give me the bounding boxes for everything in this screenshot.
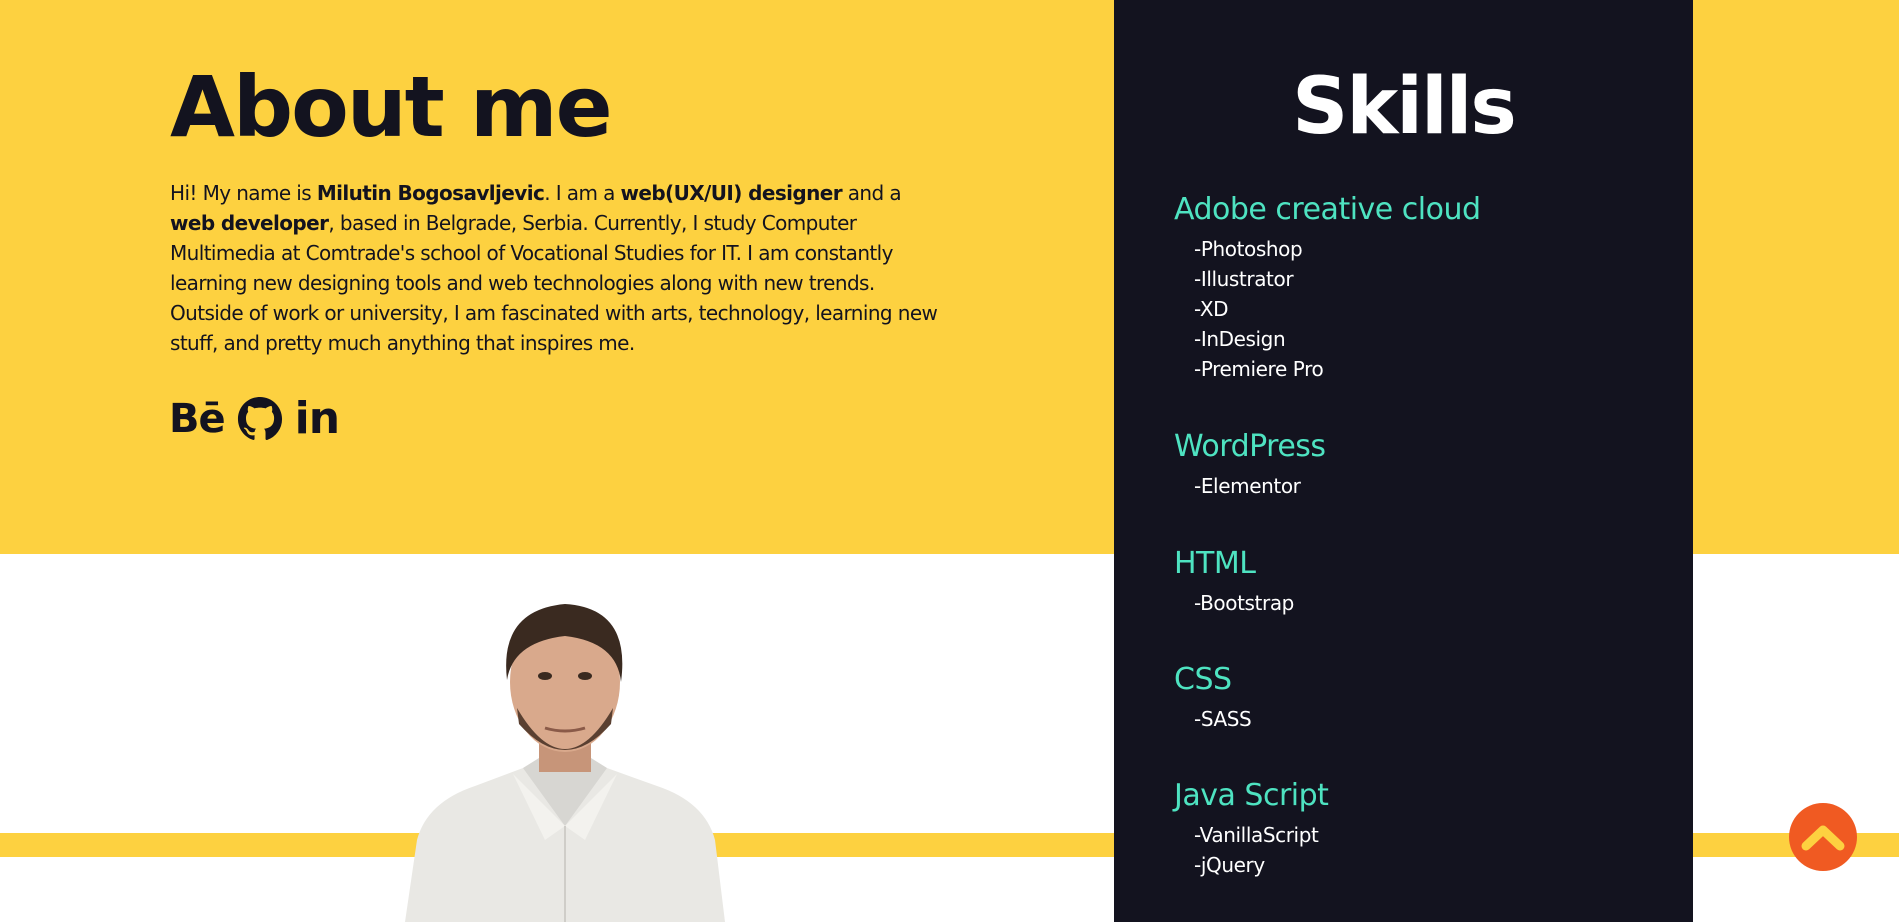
skill-item: -Bootstrap (1194, 591, 1294, 615)
about-paragraph: Hi! My name is Milutin Bogosavljevic. I … (170, 178, 950, 358)
skill-group-heading: Java Script (1174, 778, 1329, 813)
skill-group-wordpress: WordPress -Elementor (1174, 427, 1326, 501)
skill-list: -Elementor (1174, 471, 1326, 501)
skill-group-javascript: Java Script -VanillaScript -jQuery (1174, 776, 1329, 880)
skill-item: -Premiere Pro (1194, 357, 1324, 381)
behance-link[interactable]: Bē (169, 395, 226, 443)
about-role-developer: web developer (170, 211, 329, 235)
skill-list: -Bootstrap (1174, 588, 1294, 618)
linkedin-icon: in (294, 393, 340, 444)
skill-item: -Elementor (1194, 474, 1301, 498)
skill-item: -XD (1194, 297, 1229, 321)
skill-group-adobe: Adobe creative cloud -Photoshop -Illustr… (1174, 190, 1481, 384)
skill-item: -Photoshop (1194, 237, 1303, 261)
linkedin-link[interactable]: in (294, 393, 340, 444)
about-section: About me Hi! My name is Milutin Bogosavl… (170, 55, 950, 358)
skill-list: -VanillaScript -jQuery (1174, 820, 1328, 880)
scroll-to-top-button[interactable] (1789, 803, 1857, 871)
about-name: Milutin Bogosavljevic (316, 181, 545, 205)
skills-title: Skills (1292, 62, 1517, 152)
skill-item: -SASS (1194, 707, 1252, 731)
about-title: About me (170, 58, 613, 156)
skill-item: -jQuery (1194, 853, 1265, 877)
skill-group-html: HTML -Bootstrap (1174, 544, 1294, 618)
skill-group-heading: Adobe creative cloud (1174, 192, 1481, 227)
skill-list: -Photoshop -Illustrator -XD -InDesign -P… (1174, 234, 1481, 384)
about-text-segment: Hi! My name is (170, 181, 317, 205)
skill-item: -VanillaScript (1194, 823, 1319, 847)
skill-group-heading: CSS (1174, 662, 1232, 697)
about-role-designer: web(UX/UI) designer (620, 181, 843, 205)
chevron-up-icon (1801, 825, 1845, 851)
skills-panel: Skills Adobe creative cloud -Photoshop -… (1114, 0, 1693, 922)
portrait-photo (405, 604, 725, 922)
about-text-segment: . I am a (544, 181, 621, 205)
skill-group-heading: WordPress (1174, 429, 1326, 464)
about-text-segment: and a (841, 181, 902, 205)
skill-item: -Illustrator (1194, 267, 1294, 291)
skill-group-heading: HTML (1174, 546, 1256, 581)
social-links: Bē in (169, 393, 340, 444)
skill-group-css: CSS -SASS (1174, 660, 1252, 734)
skill-item: -InDesign (1194, 327, 1286, 351)
github-icon (237, 396, 282, 441)
github-link[interactable] (237, 396, 283, 442)
behance-icon: Bē (169, 396, 226, 442)
skill-list: -SASS (1174, 704, 1252, 734)
